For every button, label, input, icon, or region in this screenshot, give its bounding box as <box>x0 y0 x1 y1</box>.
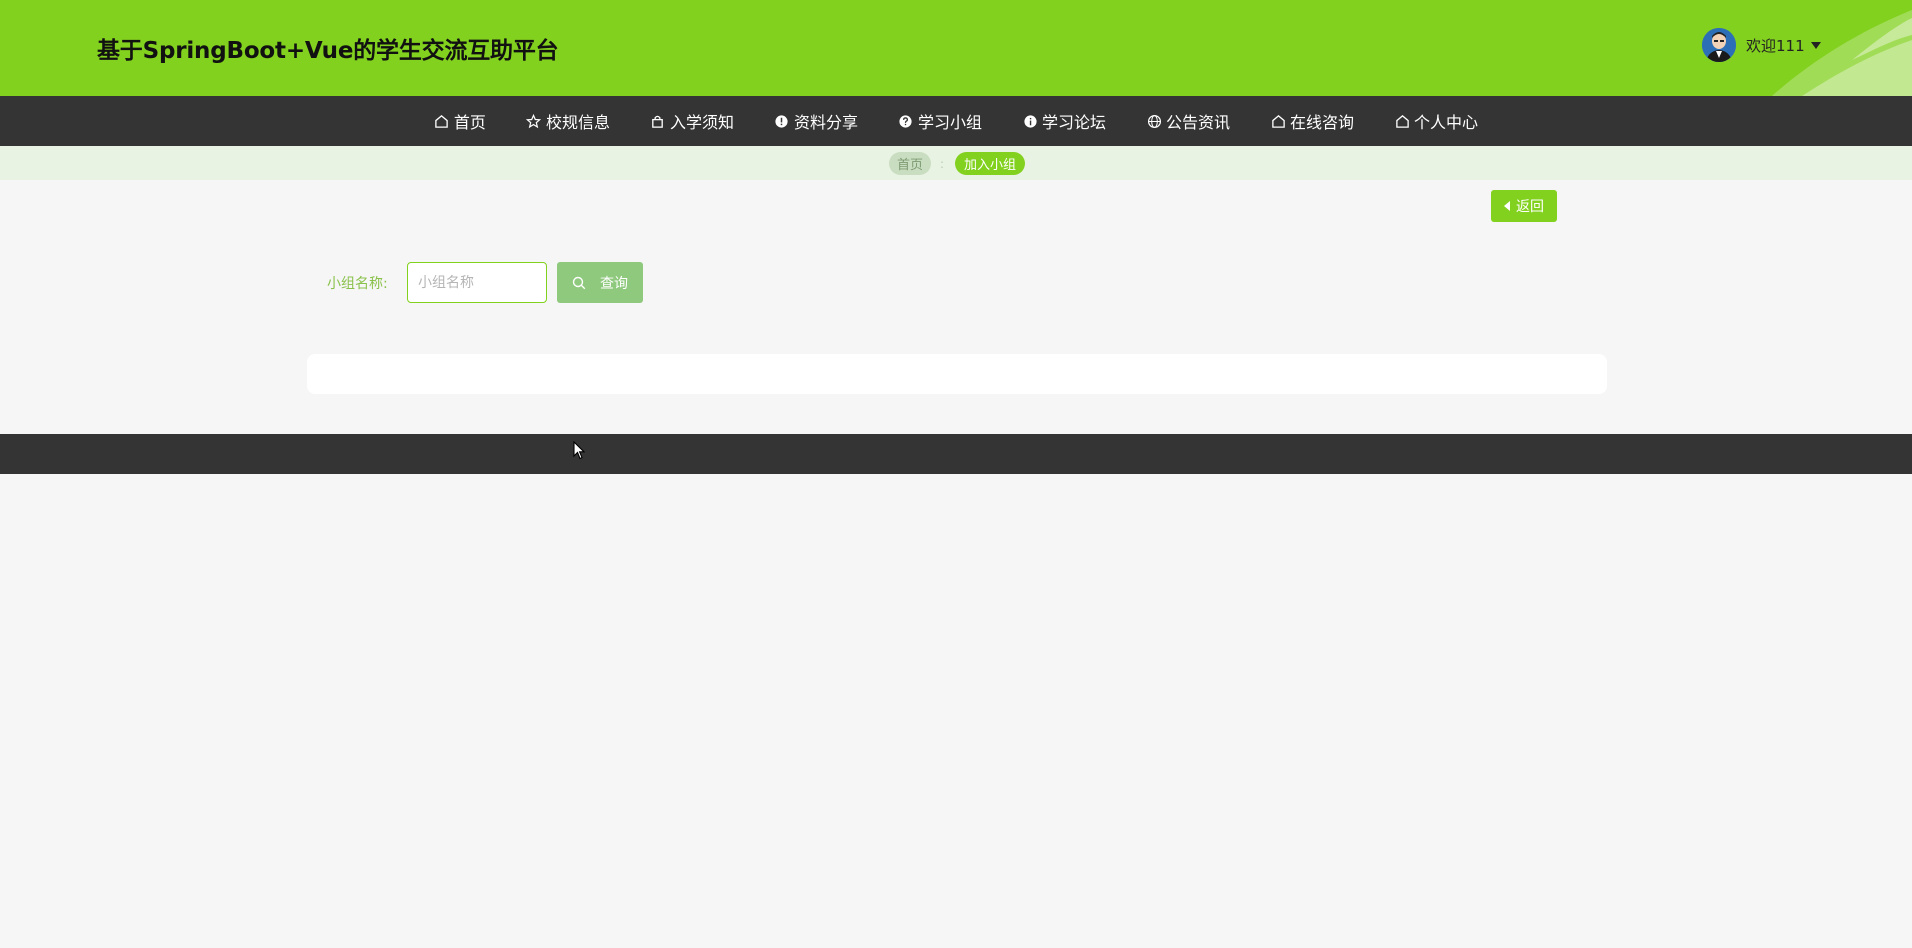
nav-item-personal-center[interactable]: 个人中心 <box>1374 96 1498 146</box>
nav-item-label: 公告资讯 <box>1166 113 1231 132</box>
caret-left-icon <box>1504 201 1510 211</box>
nav-item-label: 学习小组 <box>917 113 982 132</box>
nav-item-label: 首页 <box>453 113 486 132</box>
home-icon <box>434 113 450 129</box>
site-footer <box>0 434 1912 474</box>
breadcrumb-separator: : <box>939 156 945 171</box>
site-header: 基于SpringBoot+Vue的学生交流互助平台 欢迎111 <box>0 0 1912 96</box>
nav-item-label: 个人中心 <box>1414 113 1479 132</box>
breadcrumb: 首页 : 加入小组 <box>0 146 1912 180</box>
home-icon <box>1270 113 1286 129</box>
user-avatar <box>1702 28 1736 62</box>
back-button-label: 返回 <box>1516 199 1544 215</box>
search-icon <box>572 276 586 289</box>
main-nav: 首页 校规信息 入学须知 资料分享 学习小组 学习论坛 公告资讯 在线咨询 个人… <box>0 96 1912 146</box>
nav-item-resource-share[interactable]: 资料分享 <box>754 96 878 146</box>
home-icon <box>1394 113 1410 129</box>
search-button[interactable]: 查询 <box>557 262 643 303</box>
caret-down-icon <box>1810 41 1821 49</box>
search-button-label: 查询 <box>600 275 628 292</box>
breadcrumb-current: 加入小组 <box>955 152 1025 175</box>
nav-item-label: 校规信息 <box>545 113 610 132</box>
globe-icon <box>1146 113 1162 129</box>
nav-item-label: 入学须知 <box>669 113 734 132</box>
nav-item-school-rules[interactable]: 校规信息 <box>506 96 630 146</box>
group-name-input[interactable] <box>407 262 547 303</box>
question-icon <box>898 113 914 129</box>
user-menu[interactable]: 欢迎111 <box>1702 28 1821 62</box>
nav-item-announcements[interactable]: 公告资讯 <box>1126 96 1250 146</box>
nav-item-admission-notes[interactable]: 入学须知 <box>630 96 754 146</box>
nav-item-online-consult[interactable]: 在线咨询 <box>1250 96 1374 146</box>
group-list <box>307 354 1607 394</box>
breadcrumb-home[interactable]: 首页 <box>889 152 931 175</box>
welcome-text: 欢迎111 <box>1746 36 1805 55</box>
star-icon <box>526 113 542 129</box>
nav-item-study-forum[interactable]: 学习论坛 <box>1002 96 1126 146</box>
nav-item-label: 资料分享 <box>793 113 858 132</box>
search-label: 小组名称: <box>327 276 388 292</box>
nav-item-label: 学习论坛 <box>1042 113 1107 132</box>
bag-icon <box>650 113 666 129</box>
nav-item-home[interactable]: 首页 <box>414 96 506 146</box>
back-button[interactable]: 返回 <box>1491 190 1557 222</box>
nav-item-label: 在线咨询 <box>1290 113 1355 132</box>
info-icon <box>1022 113 1038 129</box>
site-title: 基于SpringBoot+Vue的学生交流互助平台 <box>97 38 559 64</box>
nav-item-study-group[interactable]: 学习小组 <box>878 96 1002 146</box>
mouse-cursor-icon <box>573 441 585 460</box>
warning-icon <box>774 113 790 129</box>
